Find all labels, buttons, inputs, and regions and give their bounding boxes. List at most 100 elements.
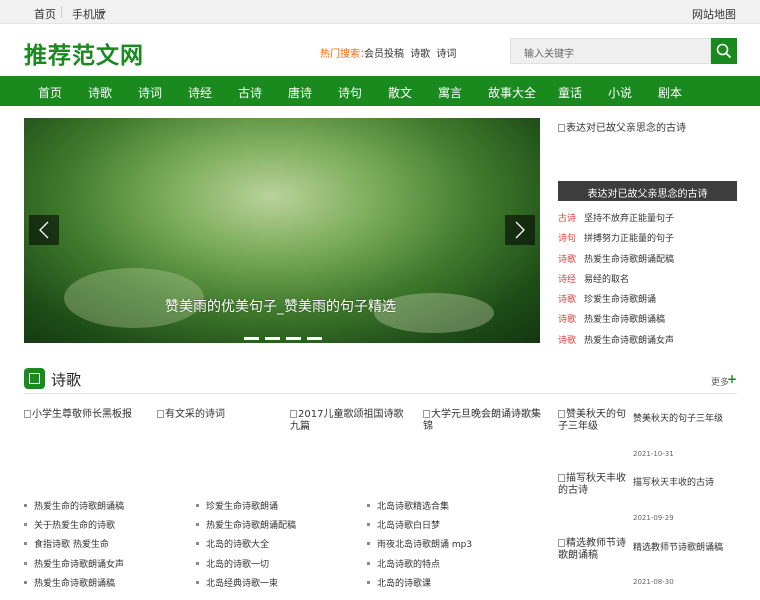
category-tag[interactable]: 古诗 xyxy=(558,214,576,224)
article-link[interactable]: 北岛的诗歌一切 xyxy=(206,560,269,570)
carousel-prev-button[interactable] xyxy=(29,215,59,245)
nav-item-shijing[interactable]: 诗经 xyxy=(188,84,212,101)
category-tag[interactable]: 诗歌 xyxy=(558,315,576,325)
carousel-next-button[interactable] xyxy=(505,215,535,245)
list-item[interactable]: 古诗 坚持不放弃正能量句子 xyxy=(558,211,738,231)
nav-item-scripts[interactable]: 剧本 xyxy=(658,84,682,101)
article-link[interactable]: 热爱生命的诗歌朗诵稿 xyxy=(34,502,124,512)
article-link[interactable]: 北岛诗歌白日梦 xyxy=(377,521,440,531)
featured-item[interactable]: 精选教师节诗歌朗诵稿 精选教师节诗歌朗诵稿 2021-08-30 xyxy=(558,538,738,598)
article-link[interactable]: 热爱生命诗歌朗诵配稿 xyxy=(584,255,674,265)
carousel-dot[interactable] xyxy=(286,337,301,340)
picture-link[interactable]: 2017儿童歌颂祖国诗歌九篇 xyxy=(290,409,412,433)
hot-link-poetry[interactable]: 诗歌 xyxy=(410,49,430,60)
section-title[interactable]: 诗歌 xyxy=(51,369,81,390)
list-item[interactable]: 北岛诗歌的特点 xyxy=(367,557,527,576)
list-item[interactable]: 诗歌 热爱生命诗歌朗诵女声 xyxy=(558,333,738,353)
picture-link[interactable]: 赞美秋天的句子三年级 xyxy=(558,409,628,433)
nav-item-stories[interactable]: 故事大全 xyxy=(488,84,536,101)
list-item[interactable]: 北岛的诗歌大全 xyxy=(196,537,356,556)
list-item[interactable]: 食指诗歌 热爱生命 xyxy=(24,537,184,556)
list-item[interactable]: 诗歌 热爱生命诗歌朗诵配稿 xyxy=(558,252,738,272)
banner-caption[interactable]: 赞美雨的优美句子_赞美雨的句子精选 xyxy=(165,296,396,316)
list-item[interactable]: 北岛经典诗歌一束 xyxy=(196,576,356,595)
category-tag[interactable]: 诗歌 xyxy=(558,255,576,265)
article-link[interactable]: 坚持不放弃正能量句子 xyxy=(584,214,674,224)
article-link[interactable]: 北岛的诗歌大全 xyxy=(206,540,269,550)
list-item[interactable]: 雨夜北岛诗歌朗诵 mp3 xyxy=(367,537,527,556)
article-link[interactable]: 热爱生命诗歌朗诵稿 xyxy=(34,579,115,589)
list-item[interactable]: 珍爱生命诗歌朗诵 xyxy=(196,499,356,518)
picture-link[interactable]: 精选教师节诗歌朗诵稿 xyxy=(558,538,628,562)
category-tag[interactable]: 诗经 xyxy=(558,275,576,285)
article-link[interactable]: 北岛经典诗歌一束 xyxy=(206,579,278,589)
article-link[interactable]: 北岛诗歌精选合集 xyxy=(377,502,449,512)
article-link[interactable]: 北岛诗歌的特点 xyxy=(377,560,440,570)
article-link[interactable]: 拼搏努力正能量的句子 xyxy=(584,234,674,244)
hot-link-ci[interactable]: 诗词 xyxy=(436,49,456,60)
article-link[interactable]: 精选教师节诗歌朗诵稿 xyxy=(633,540,743,553)
list-item[interactable]: 热爱生命诗歌朗诵稿 xyxy=(24,576,184,595)
list-item[interactable]: 热爱生命的诗歌朗诵稿 xyxy=(24,499,184,518)
banner-carousel[interactable]: 赞美雨的优美句子_赞美雨的句子精选 xyxy=(24,118,540,343)
side-image-link[interactable]: 表达对已故父亲思念的古诗 xyxy=(558,119,686,134)
list-item[interactable]: 诗歌 珍爱生命诗歌朗诵 xyxy=(558,292,738,312)
list-item[interactable]: 北岛的诗歌课 xyxy=(367,576,527,595)
article-link[interactable]: 热爱生命诗歌朗诵女声 xyxy=(584,336,674,346)
list-item[interactable]: 热爱生命诗歌朗诵女声 xyxy=(24,557,184,576)
article-link[interactable]: 食指诗歌 热爱生命 xyxy=(34,540,109,550)
list-item[interactable]: 北岛的诗歌一切 xyxy=(196,557,356,576)
article-link[interactable]: 热爱生命诗歌朗诵配稿 xyxy=(206,521,296,531)
list-item[interactable]: 诗句 拼搏努力正能量的句子 xyxy=(558,231,738,251)
article-link[interactable]: 珍爱生命诗歌朗诵 xyxy=(584,295,656,305)
list-item[interactable]: 诗歌 热爱生命诗歌朗诵稿 xyxy=(558,312,738,332)
side-featured-title[interactable]: 表达对已故父亲思念的古诗 xyxy=(558,181,737,201)
nav-item-tangshi[interactable]: 唐诗 xyxy=(288,84,312,101)
nav-item-fairytales[interactable]: 童话 xyxy=(558,84,582,101)
carousel-dot[interactable] xyxy=(265,337,280,340)
category-tag[interactable]: 诗歌 xyxy=(558,295,576,305)
nav-item-ci[interactable]: 诗词 xyxy=(138,84,162,101)
article-link[interactable]: 热爱生命诗歌朗诵女声 xyxy=(34,560,124,570)
carousel-dot[interactable] xyxy=(307,337,322,340)
sitemap-link[interactable]: 网站地图 xyxy=(692,6,736,22)
chevron-down-icon[interactable] xyxy=(100,11,106,15)
top-divider xyxy=(61,6,62,18)
top-home-link[interactable]: 首页 xyxy=(34,6,56,22)
list-item[interactable]: 北岛诗歌精选合集 xyxy=(367,499,527,518)
article-link[interactable]: 热爱生命诗歌朗诵稿 xyxy=(584,315,665,325)
list-item[interactable]: 关于热爱生命的诗歌 xyxy=(24,518,184,537)
broken-image-icon xyxy=(558,124,565,132)
nav-item-gushi[interactable]: 古诗 xyxy=(238,84,262,101)
list-item[interactable]: 北岛诗歌白日梦 xyxy=(367,518,527,537)
picture-link[interactable]: 小学生尊敬师长黑板报 xyxy=(24,409,154,421)
article-link[interactable]: 雨夜北岛诗歌朗诵 mp3 xyxy=(377,540,472,550)
search-button[interactable] xyxy=(711,38,737,64)
nav-item-yuyan[interactable]: 寓言 xyxy=(438,84,462,101)
list-item[interactable]: 热爱生命诗歌朗诵配稿 xyxy=(196,518,356,537)
nav-item-home[interactable]: 首页 xyxy=(38,84,62,101)
search-input[interactable]: 输入关键字 xyxy=(510,38,711,64)
article-link[interactable]: 描写秋天丰收的古诗 xyxy=(633,475,743,488)
list-item[interactable]: 诗经 易经的取名 xyxy=(558,272,738,292)
picture-link[interactable]: 有文采的诗词 xyxy=(157,409,287,421)
site-logo[interactable]: 推荐范文网 xyxy=(24,36,144,70)
featured-item[interactable]: 描写秋天丰收的古诗 描写秋天丰收的古诗 2021-09-29 xyxy=(558,473,738,533)
article-link[interactable]: 赞美秋天的句子三年级 xyxy=(633,411,743,424)
article-link[interactable]: 关于热爱生命的诗歌 xyxy=(34,521,115,531)
picture-link[interactable]: 大学元旦晚会朗诵诗歌集锦 xyxy=(423,409,545,433)
nav-item-shiju[interactable]: 诗句 xyxy=(338,84,362,101)
nav-item-sanwen[interactable]: 散文 xyxy=(388,84,412,101)
category-tag[interactable]: 诗歌 xyxy=(558,336,576,346)
picture-link[interactable]: 描写秋天丰收的古诗 xyxy=(558,473,628,497)
nav-item-novels[interactable]: 小说 xyxy=(608,84,632,101)
hot-link-submit[interactable]: 会员投稿 xyxy=(364,49,404,60)
article-link[interactable]: 北岛的诗歌课 xyxy=(377,579,431,589)
article-link[interactable]: 易经的取名 xyxy=(584,275,629,285)
article-link[interactable]: 珍爱生命诗歌朗诵 xyxy=(206,502,278,512)
plus-icon[interactable]: + xyxy=(727,372,737,386)
carousel-dot[interactable] xyxy=(244,337,259,340)
featured-item[interactable]: 赞美秋天的句子三年级 赞美秋天的句子三年级 2021-10-31 xyxy=(558,409,738,469)
category-tag[interactable]: 诗句 xyxy=(558,234,576,244)
nav-item-poems[interactable]: 诗歌 xyxy=(88,84,112,101)
